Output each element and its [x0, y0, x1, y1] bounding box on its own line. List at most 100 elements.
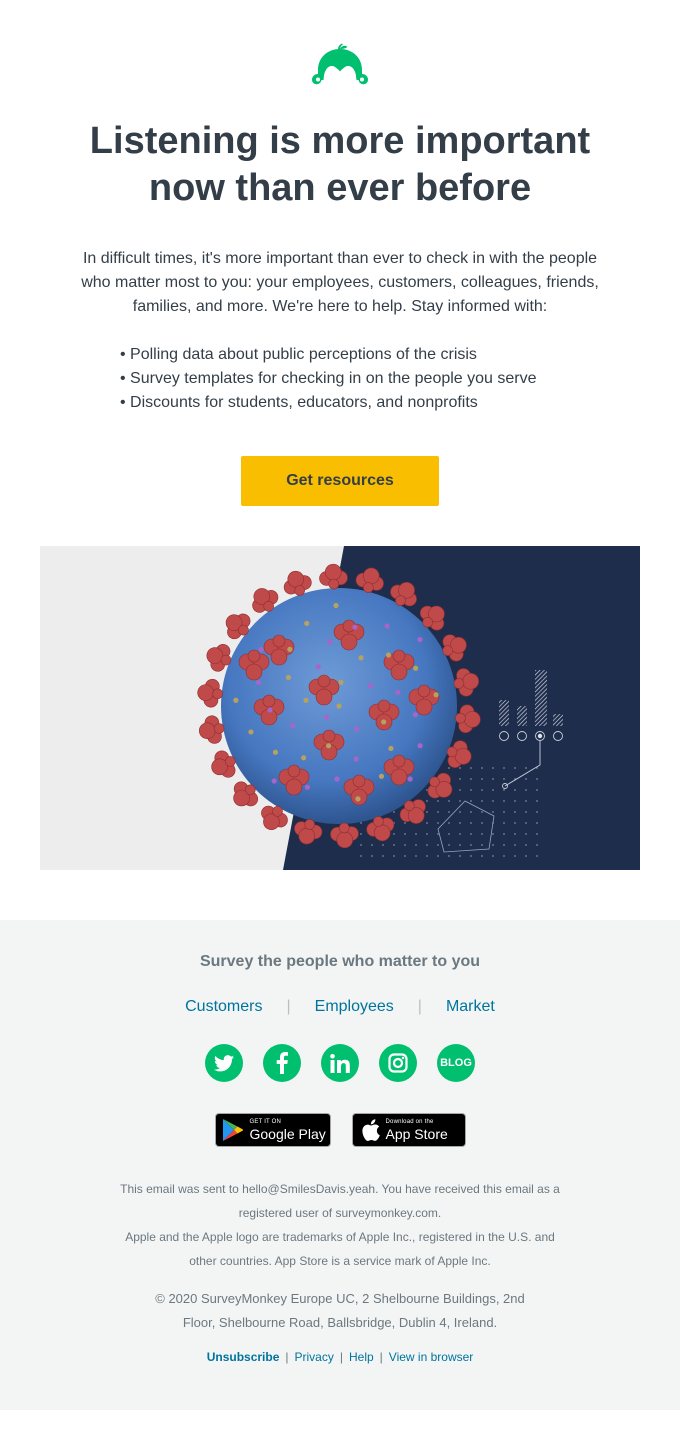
link-separator: |: [285, 1350, 289, 1364]
virus-surface-dot: [271, 778, 277, 784]
get-resources-button[interactable]: Get resources: [241, 456, 439, 506]
blog-icon: BLOG: [440, 1057, 472, 1069]
market-link[interactable]: Market: [446, 998, 495, 1016]
virus-surface-dot: [381, 719, 387, 725]
twitter-icon: [214, 1054, 234, 1071]
legal-text: This email was sent to hello@SmilesDavis…: [110, 1177, 570, 1273]
apple-icon: [361, 1119, 380, 1141]
google-play-text: GET IT ON Google Play: [250, 1119, 326, 1142]
headline-line-1: Listening is more important: [89, 120, 591, 162]
app-store-small-text: Download on the: [385, 1118, 434, 1125]
virus-surface-dot: [287, 646, 293, 652]
virus-surface-dot: [413, 665, 419, 671]
surveymonkey-logo-icon[interactable]: [310, 43, 370, 85]
list-item: Discounts for students, educators, and n…: [120, 391, 600, 415]
social-links: BLOG: [0, 1044, 680, 1082]
blog-button[interactable]: BLOG: [437, 1044, 475, 1082]
link-separator: |: [339, 1350, 343, 1364]
resource-list: Polling data about public perceptions of…: [120, 343, 600, 415]
help-link[interactable]: Help: [349, 1350, 374, 1364]
list-item: Survey templates for checking in on the …: [120, 367, 600, 391]
virus-surface-dot: [336, 703, 342, 709]
virus-surface-dot: [407, 776, 413, 782]
bottom-links: Unsubscribe | Privacy | Help | View in browser: [0, 1350, 680, 1364]
segment-links: Customers | Employees | Market: [0, 998, 680, 1016]
employees-link[interactable]: Employees: [315, 998, 394, 1016]
virus-surface-dot: [301, 755, 307, 761]
app-store-big-text: App Store: [385, 1125, 448, 1142]
virus-surface-dot: [355, 796, 361, 802]
deco-node-active: [537, 733, 543, 739]
virus-surface-dot: [255, 679, 262, 686]
app-store-badge[interactable]: Download on the App Store: [351, 1113, 466, 1147]
virus-surface-dot: [258, 646, 264, 653]
app-store-badges: GET IT ON Google Play Download on the Ap…: [0, 1113, 680, 1147]
instagram-button[interactable]: [379, 1044, 417, 1082]
virus-surface-dot: [285, 674, 292, 681]
view-in-browser-link[interactable]: View in browser: [389, 1350, 473, 1364]
deco-bar: [517, 706, 527, 726]
recipient-notice: This email was sent to hello@SmilesDavis…: [120, 1182, 560, 1220]
privacy-link[interactable]: Privacy: [295, 1350, 334, 1364]
headline: Listening is more important now than eve…: [40, 118, 640, 212]
virus-surface-dot: [304, 620, 310, 626]
virus-surface-dot: [378, 773, 385, 779]
footer: Survey the people who matter to you Cust…: [0, 920, 680, 1410]
virus-surface-dot: [388, 745, 394, 752]
link-separator: |: [286, 998, 291, 1015]
virus-surface-dot: [327, 639, 333, 645]
trademark-notice: Apple and the Apple logo are trademarks …: [125, 1230, 555, 1268]
virus-surface-dot: [354, 726, 360, 732]
google-play-small-text: GET IT ON: [249, 1118, 282, 1125]
deco-bar: [553, 714, 563, 726]
virus-surface-dot: [385, 652, 392, 658]
linkedin-button[interactable]: [321, 1044, 359, 1082]
company-address: © 2020 SurveyMonkey Europe UC, 2 Shelbou…: [155, 1291, 525, 1330]
virus-surface-dot: [384, 623, 390, 629]
customers-link[interactable]: Customers: [185, 998, 262, 1016]
virus-surface-dot: [272, 749, 279, 755]
virus-surface-dot: [338, 679, 344, 685]
coronavirus-illustration: [40, 546, 640, 870]
virus-surface-dot: [333, 602, 339, 609]
google-play-badge[interactable]: GET IT ON Google Play: [214, 1113, 331, 1147]
virus-surface-dot: [433, 692, 439, 698]
virus-surface-dot: [324, 714, 330, 720]
hero-image[interactable]: [40, 546, 640, 870]
virus-surface-dot: [358, 655, 364, 661]
virus-surface-dot: [233, 697, 239, 703]
intro-paragraph: In difficult times, it's more important …: [81, 250, 599, 315]
virus-surface-dot: [267, 707, 273, 713]
twitter-button[interactable]: [205, 1044, 243, 1082]
deco-bar: [499, 700, 509, 726]
virus-surface-dot: [315, 664, 321, 670]
virus-surface-dot: [248, 729, 254, 735]
headline-line-2: now than ever before: [148, 167, 532, 209]
virus-surface-dot: [367, 683, 374, 689]
virus-surface-dot: [417, 743, 423, 749]
virus-surface-dot: [417, 637, 423, 643]
virus-surface-dot: [325, 743, 332, 749]
link-separator: |: [379, 1350, 383, 1364]
instagram-icon: [388, 1053, 408, 1073]
virus-surface-dot: [303, 697, 309, 703]
facebook-button[interactable]: [263, 1044, 301, 1082]
virus-surface-dot: [352, 624, 358, 630]
list-item: Polling data about public perceptions of…: [120, 343, 600, 367]
virus-surface-dot: [304, 784, 311, 790]
linkedin-icon: [330, 1053, 350, 1073]
facebook-icon: [276, 1052, 288, 1074]
virus-surface-dot: [353, 756, 359, 762]
email-page: Listening is more important now than eve…: [0, 0, 680, 1429]
unsubscribe-link[interactable]: Unsubscribe: [207, 1350, 280, 1364]
virus-surface-dot: [412, 712, 418, 718]
google-play-big-text: Google Play: [249, 1125, 326, 1142]
virus-surface-dot: [395, 689, 401, 695]
footer-tagline: Survey the people who matter to you: [199, 953, 481, 970]
virus-surface-dot: [290, 722, 296, 729]
virus-surface-dot: [334, 776, 340, 782]
app-store-text: Download on the App Store: [386, 1119, 448, 1142]
deco-bar: [535, 670, 547, 726]
link-separator: |: [417, 998, 422, 1015]
google-play-icon: [222, 1119, 243, 1141]
